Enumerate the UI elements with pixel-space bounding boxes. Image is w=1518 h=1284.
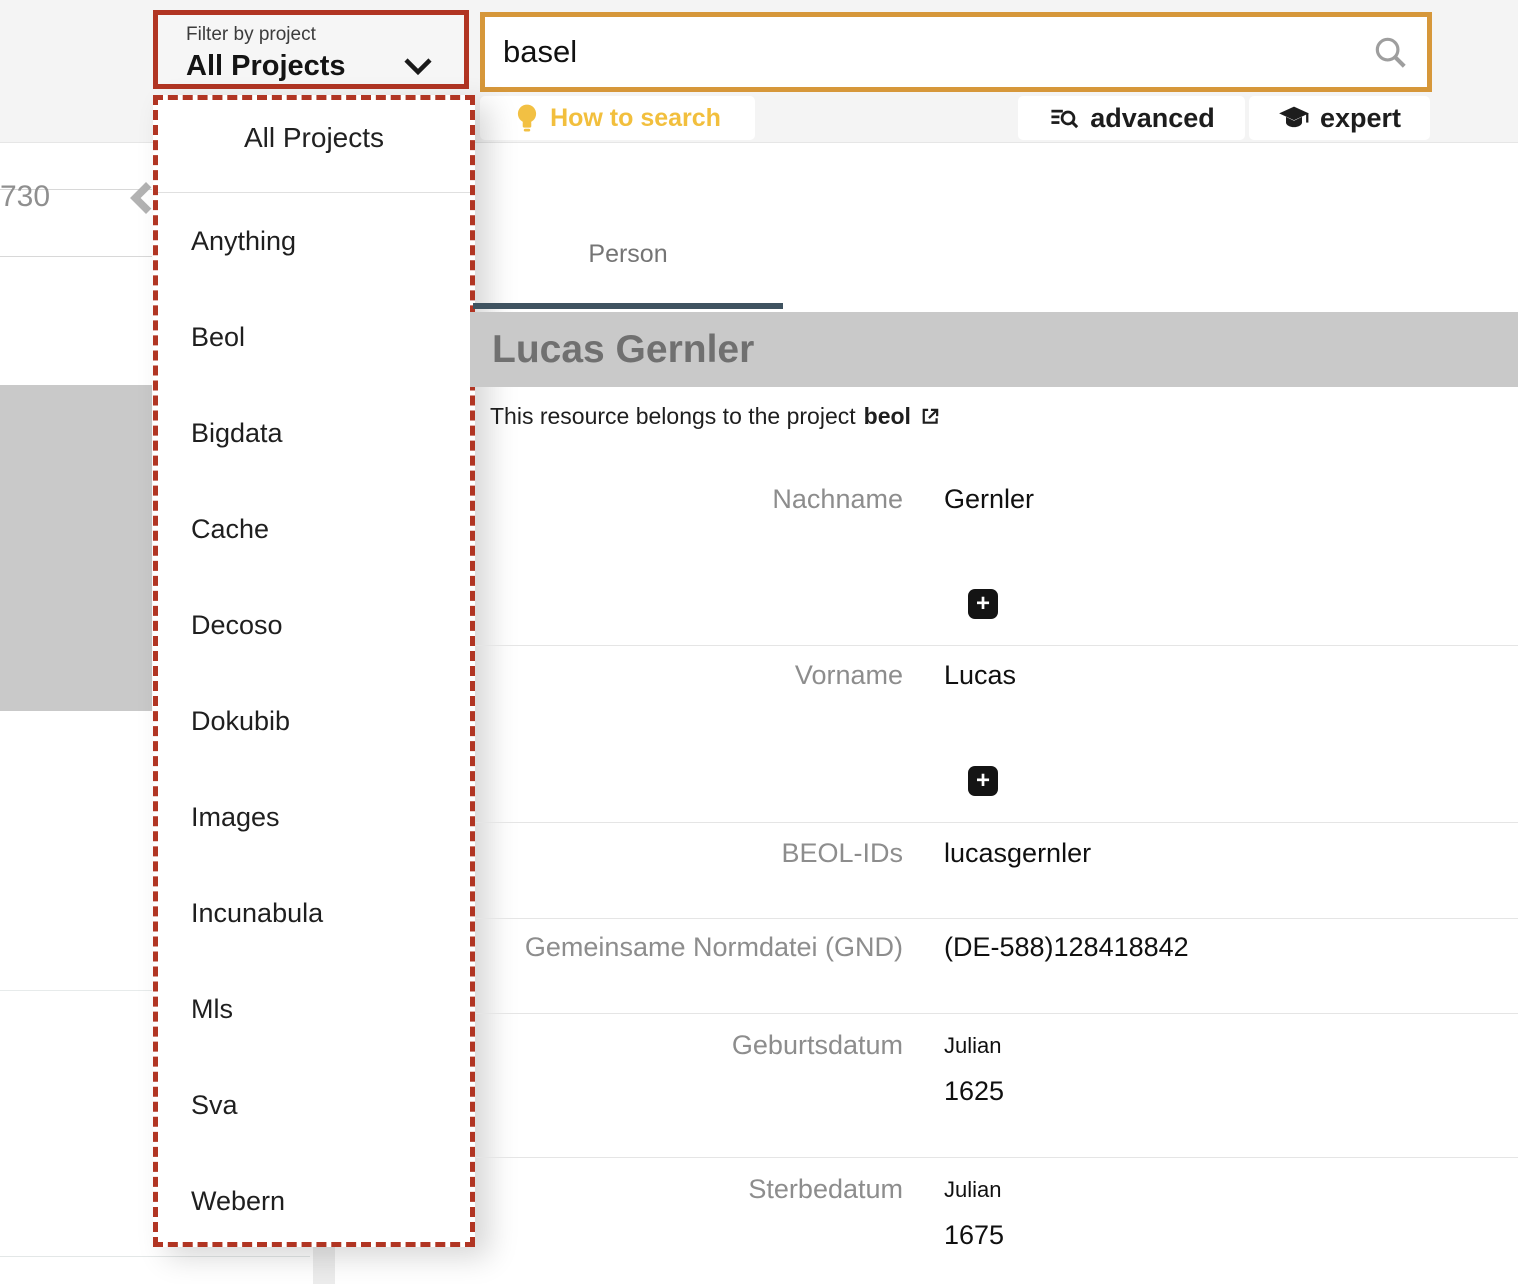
project-belongs-line: This resource belongs to the project beo… [490,403,941,430]
selected-result-highlight[interactable] [0,385,152,711]
property-value: 1625 [944,1076,1004,1107]
resource-title: Lucas Gernler [470,328,754,372]
advanced-search-label: advanced [1090,103,1215,134]
dropdown-option[interactable]: Bigdata [191,418,283,449]
lightbulb-icon [514,103,540,133]
active-tab-underline [473,303,783,309]
results-divider [0,256,152,257]
results-scrollbar[interactable] [313,1246,335,1284]
dropdown-option[interactable]: Dokubib [191,706,290,737]
property-value: Lucas [944,660,1016,691]
advanced-search-button[interactable]: advanced [1018,96,1245,140]
dropdown-option[interactable]: Beol [191,322,245,353]
property-divider [476,645,1518,646]
dropdown-option[interactable]: Cache [191,514,269,545]
dropdown-option[interactable]: Mls [191,994,233,1025]
property-value: (DE-588)128418842 [944,932,1189,963]
property-label: Vorname [470,660,903,691]
property-calendar: Julian [944,1033,1001,1059]
results-divider [0,990,152,991]
dropdown-option[interactable]: Anything [191,226,296,257]
property-label: Gemeinsame Normdatei (GND) [470,932,903,963]
chevron-down-icon[interactable] [400,54,436,78]
dropdown-option[interactable]: Webern [191,1186,285,1217]
open-in-new-icon[interactable] [919,406,941,428]
project-filter-select[interactable]: All Projects [186,50,346,83]
expert-school-icon [1278,103,1310,133]
property-calendar: Julian [944,1177,1001,1203]
property-label: Sterbedatum [470,1174,903,1205]
property-label: BEOL-IDs [470,838,903,869]
property-divider [476,1157,1518,1158]
results-count-fragment: 730 [0,180,50,214]
property-value: Gernler [944,484,1034,515]
property-value: 1675 [944,1220,1004,1251]
how-to-search-label: How to search [550,104,721,133]
add-value-button[interactable]: + [968,766,998,796]
results-divider [0,1256,310,1257]
fulltext-search-bar [480,12,1432,92]
resource-title-band: Lucas Gernler [470,312,1518,387]
project-filter-label: Filter by project [186,24,316,46]
property-divider [476,1013,1518,1014]
dropdown-option-all-projects[interactable]: All Projects [158,122,470,154]
dropdown-option[interactable]: Decoso [191,610,283,641]
property-value: lucasgernler [944,838,1091,869]
property-label: Nachname [470,484,903,515]
property-divider [476,918,1518,919]
dropdown-option[interactable]: Images [191,802,280,833]
expert-search-button[interactable]: expert [1249,96,1430,140]
project-link[interactable]: beol [864,403,911,430]
tab-person[interactable]: Person [473,240,783,269]
dropdown-divider [158,192,470,193]
property-label: Geburtsdatum [470,1030,903,1061]
belongs-text: This resource belongs to the project [490,403,856,430]
add-value-button[interactable]: + [968,589,998,619]
dropdown-option[interactable]: Incunabula [191,898,323,929]
search-input[interactable] [485,34,1371,70]
advanced-search-icon [1048,104,1080,132]
expert-search-label: expert [1320,103,1401,134]
dropdown-option[interactable]: Sva [191,1090,238,1121]
property-divider [476,822,1518,823]
search-icon[interactable] [1371,33,1409,71]
project-filter-dropdown-panel: All Projects Anything Beol Bigdata Cache… [153,95,475,1247]
how-to-search-hint[interactable]: How to search [480,96,755,140]
